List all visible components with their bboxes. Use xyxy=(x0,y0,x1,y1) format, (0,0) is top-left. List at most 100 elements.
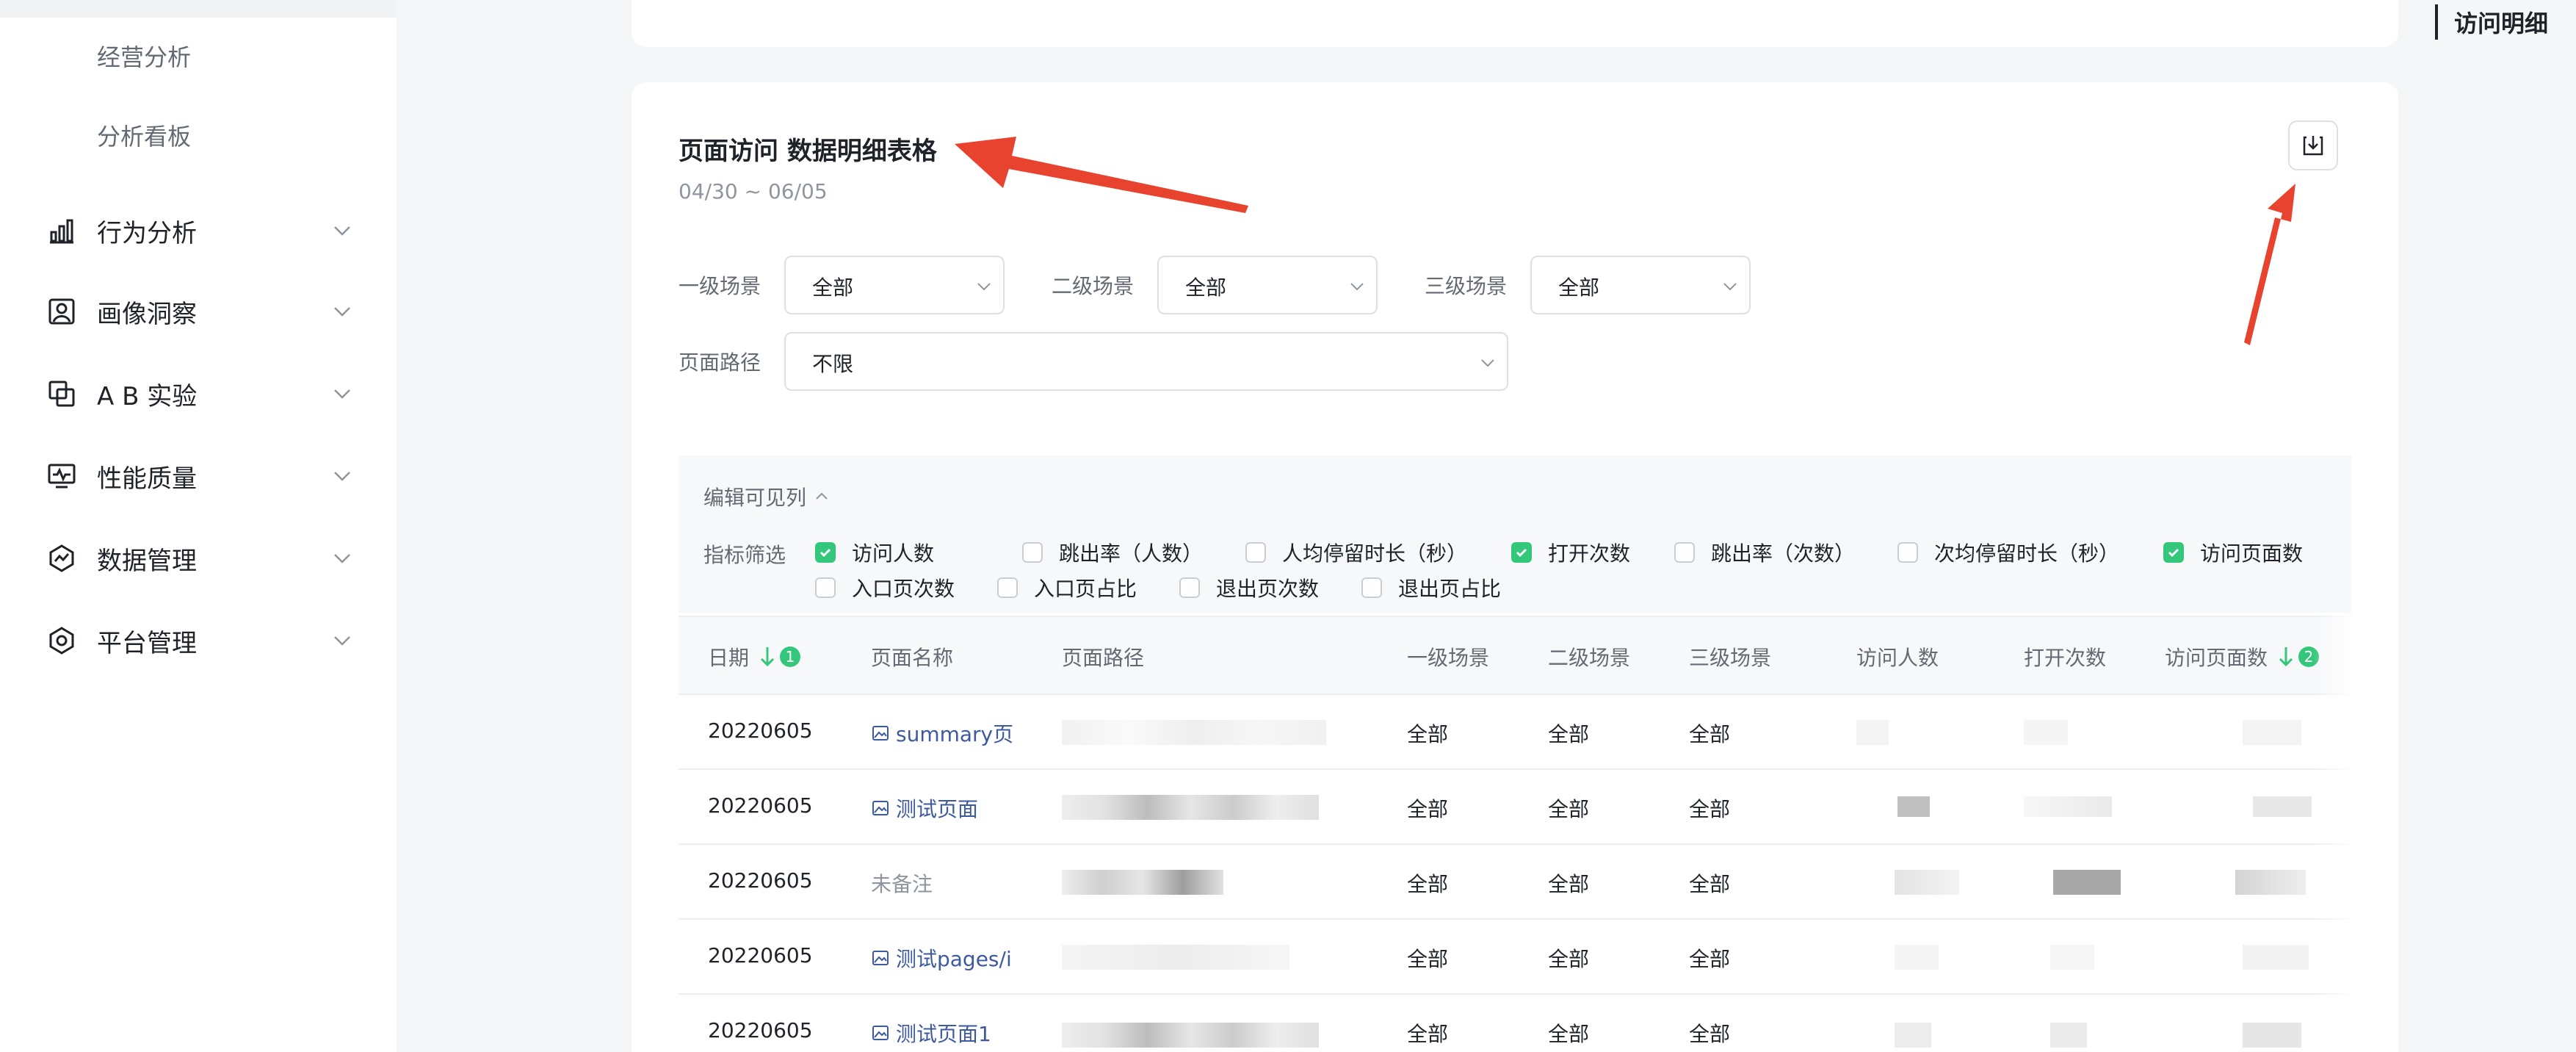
detail-table-card: 页面访问 数据明细表格 04/30 ~ 06/05 一级场景 全部 二级场景 全… xyxy=(632,82,2398,1052)
portrait-icon xyxy=(46,295,78,328)
metric-checkbox-page-views[interactable]: 访问页面数 xyxy=(2163,538,2303,567)
metric-checkbox-entry-count[interactable]: 入口页次数 xyxy=(815,573,955,602)
sidebar-item-label: 画像洞察 xyxy=(97,299,197,329)
table-row[interactable]: 20220605 测试页面1 全部 全部 全部 xyxy=(679,995,2351,1052)
page-name-text: 测试页面 xyxy=(896,797,979,821)
sidebar-item-platform-management[interactable]: 平台管理 xyxy=(46,619,354,663)
cell-page-name-link[interactable]: 测试pages/i xyxy=(871,943,1013,973)
checkbox-box[interactable] xyxy=(1361,577,1382,598)
cell-page-name-unnamed: 未备注 xyxy=(871,872,933,896)
checkbox-box[interactable] xyxy=(2163,542,2184,563)
column-header-level3[interactable]: 三级场景 xyxy=(1689,642,1771,671)
filter-label-level3: 三级场景 xyxy=(1425,274,1508,298)
checkbox-box[interactable] xyxy=(997,577,1018,598)
checkbox-label: 跳出率（人数） xyxy=(1059,541,1204,566)
sidebar-item-portrait-insight[interactable]: 画像洞察 xyxy=(46,289,354,334)
redacted-page-views xyxy=(2243,945,2309,970)
redacted-open-count xyxy=(2053,870,2121,895)
metric-checkbox-exit-count[interactable]: 退出页次数 xyxy=(1179,573,1319,602)
metric-checkbox-exit-ratio[interactable]: 退出页占比 xyxy=(1361,573,1501,602)
checkbox-box[interactable] xyxy=(1245,542,1266,563)
cell-page-name-link[interactable]: summary页 xyxy=(871,718,1013,748)
table-row[interactable]: 20220605 未备注 全部 全部 全部 xyxy=(679,845,2351,920)
chevron-down-icon xyxy=(334,636,350,646)
metric-checkbox-entry-ratio[interactable]: 入口页占比 xyxy=(997,573,1137,602)
checkbox-box[interactable] xyxy=(1022,542,1043,563)
redacted-path xyxy=(1062,945,1289,970)
sidebar-item-behavior-analysis[interactable]: 行为分析 xyxy=(46,209,354,253)
column-header-level2[interactable]: 二级场景 xyxy=(1548,642,1630,671)
checkbox-box[interactable] xyxy=(1897,542,1918,563)
cell-level2: 全部 xyxy=(1548,1022,1590,1046)
column-header-open-count[interactable]: 打开次数 xyxy=(2024,642,2106,671)
sidebar-subitem-analysis-board[interactable]: 分析看板 xyxy=(97,122,191,151)
checkbox-box[interactable] xyxy=(1511,542,1532,563)
redacted-visitors xyxy=(1895,1023,1931,1048)
table-row[interactable]: 20220605 测试pages/i 全部 全部 全部 xyxy=(679,920,2351,995)
metric-checkbox-open-count[interactable]: 打开次数 xyxy=(1511,538,1630,567)
select-level2-scene[interactable]: 全部 xyxy=(1157,256,1378,314)
table-horizontal-scroll-fade xyxy=(2313,616,2351,1052)
column-header-date[interactable]: 日期 1 xyxy=(708,642,801,671)
page-name-text: summary页 xyxy=(896,722,1014,746)
filter-label-path: 页面路径 xyxy=(679,350,761,375)
checkbox-box[interactable] xyxy=(815,577,836,598)
cell-level2: 全部 xyxy=(1548,722,1590,746)
table-row[interactable]: 20220605 测试页面 全部 全部 全部 xyxy=(679,770,2351,845)
metric-checkbox-bounce-rate-count[interactable]: 跳出率（次数） xyxy=(1674,538,1855,567)
redacted-path xyxy=(1062,720,1326,745)
page-name-text: 测试pages/i xyxy=(896,947,1012,971)
sort-priority-badge: 1 xyxy=(780,646,801,667)
indicator-filter-label: 指标筛选 xyxy=(703,543,786,567)
checkbox-box[interactable] xyxy=(1179,577,1200,598)
redacted-page-views xyxy=(2243,720,2301,745)
download-button[interactable] xyxy=(2288,120,2338,170)
sidebar-subitem-business-analysis[interactable]: 经营分析 xyxy=(97,43,191,72)
image-icon xyxy=(872,801,889,815)
select-level1-scene[interactable]: 全部 xyxy=(784,256,1005,314)
ab-test-icon xyxy=(46,378,78,410)
visible-columns-panel: 编辑可见列 指标筛选 访问人数 跳出率（人数） 人均停留时长（秒） 打开次数 跳… xyxy=(679,455,2351,613)
chevron-down-icon xyxy=(334,472,350,481)
image-icon xyxy=(872,951,889,965)
edit-visible-columns-toggle[interactable]: 编辑可见列 xyxy=(703,482,830,511)
checkbox-label: 退出页占比 xyxy=(1398,577,1502,601)
cell-level2: 全部 xyxy=(1548,797,1590,821)
sidebar-item-performance-quality[interactable]: 性能质量 xyxy=(46,454,354,498)
checkbox-label: 访问人数 xyxy=(852,541,935,566)
chevron-down-icon xyxy=(977,283,991,291)
chevron-down-icon xyxy=(334,554,350,563)
sidebar-item-ab-test[interactable]: A B 实验 xyxy=(46,372,354,416)
column-header-visitors[interactable]: 访问人数 xyxy=(1856,642,1939,671)
cell-page-name-link[interactable]: 测试页面1 xyxy=(871,1018,991,1048)
cell-page-name-link[interactable]: 测试页面 xyxy=(871,793,978,823)
column-header-label: 日期 xyxy=(708,646,750,670)
bar-chart-icon xyxy=(46,215,78,247)
platform-icon xyxy=(46,624,78,657)
redacted-path xyxy=(1062,795,1319,820)
metric-checkbox-bounce-rate-users[interactable]: 跳出率（人数） xyxy=(1022,538,1203,567)
metric-checkbox-avg-stay-per-visit[interactable]: 次均停留时长（秒） xyxy=(1897,538,2119,567)
checkbox-box[interactable] xyxy=(815,542,836,563)
table-row[interactable]: 20220605 summary页 全部 全部 全部 xyxy=(679,695,2351,770)
redacted-open-count xyxy=(2050,1023,2087,1048)
anchor-active-indicator xyxy=(2435,4,2438,40)
metric-checkbox-avg-stay-per-user[interactable]: 人均停留时长（秒） xyxy=(1245,538,1467,567)
sidebar-item-label: 性能质量 xyxy=(97,464,197,494)
select-page-path[interactable]: 不限 xyxy=(784,332,1508,391)
metric-checkbox-visitors[interactable]: 访问人数 xyxy=(815,538,934,567)
column-header-level1[interactable]: 一级场景 xyxy=(1407,642,1489,671)
column-header-page-path[interactable]: 页面路径 xyxy=(1062,642,1144,671)
checkbox-label: 跳出率（次数） xyxy=(1711,541,1856,566)
cell-level3: 全部 xyxy=(1689,947,1731,971)
select-level3-scene[interactable]: 全部 xyxy=(1530,256,1751,314)
column-header-page-name[interactable]: 页面名称 xyxy=(871,642,953,671)
redacted-visitors xyxy=(1897,796,1930,817)
sort-indicator[interactable]: 1 xyxy=(759,646,801,668)
anchor-nav-item[interactable]: 访问明细 xyxy=(2435,0,2548,44)
sidebar-item-data-management[interactable]: 数据管理 xyxy=(46,536,354,580)
chevron-down-icon xyxy=(334,307,350,317)
column-header-page-views[interactable]: 访问页面数 2 xyxy=(2165,642,2320,671)
checkbox-box[interactable] xyxy=(1674,542,1695,563)
checkbox-label: 打开次数 xyxy=(1548,541,1631,566)
